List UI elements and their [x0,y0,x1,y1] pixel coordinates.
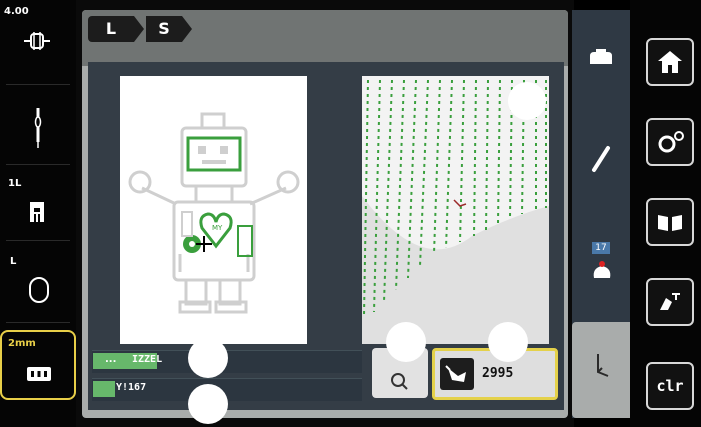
design-preview[interactable]: MY [120,76,307,344]
color-info-text: IZZEL [132,354,163,365]
settings-button[interactable] [646,118,694,166]
presser-foot-value: 1L [8,178,22,189]
svg-text:MY: MY [212,224,223,232]
thread-info-text: Y!167 [116,382,147,393]
breadcrumb-separator [182,16,192,42]
presser-foot-icon[interactable] [28,200,46,224]
guide-button[interactable] [646,278,694,326]
tension-value: 2mm [8,338,36,349]
stitch-overlay-marker [488,322,528,362]
breadcrumb-separator [134,16,144,42]
book-icon [658,215,682,231]
stitch-length-value: 4.00 [4,6,29,17]
thread-count-badge: 17 [592,242,610,254]
color-thread-icon[interactable]: 17 [590,240,614,282]
info-overlay-marker [188,338,228,378]
clear-button[interactable]: clr [646,362,694,410]
pencil-icon[interactable] [586,142,616,176]
search-overlay-marker [386,322,426,362]
home-button[interactable] [646,38,694,86]
thread-label: L [10,256,17,267]
tutorial-book-button[interactable] [646,198,694,246]
breadcrumb-label: S [158,19,170,38]
hoop-icon[interactable] [586,44,616,72]
breadcrumb-label: L [105,19,117,38]
clear-label: clr [656,377,684,395]
feed-dog-icon[interactable] [26,366,52,382]
stitch-foot-icon [440,358,474,390]
stitch-count: 2995 [482,366,514,381]
bobbin-hoop-icon[interactable] [28,276,50,304]
zoom-overlay-marker [508,82,546,120]
thread-progress-fill [93,381,115,397]
breadcrumb-item-stitch[interactable]: S [146,16,182,42]
gear-icon [658,131,684,153]
left-status-bar: 4.00 1L L 2mm [0,0,76,427]
stitch-width-icon[interactable] [22,28,52,54]
color-fill-label: ... [105,354,117,365]
stitch-tab-icon [594,350,614,380]
needle-icon[interactable] [30,106,46,150]
guide-icon [660,293,680,310]
info-overlay-marker [188,384,228,424]
robot-design-image: MY [128,112,300,314]
breadcrumb-item-embroidery[interactable]: L [88,16,134,42]
home-icon [658,51,682,73]
